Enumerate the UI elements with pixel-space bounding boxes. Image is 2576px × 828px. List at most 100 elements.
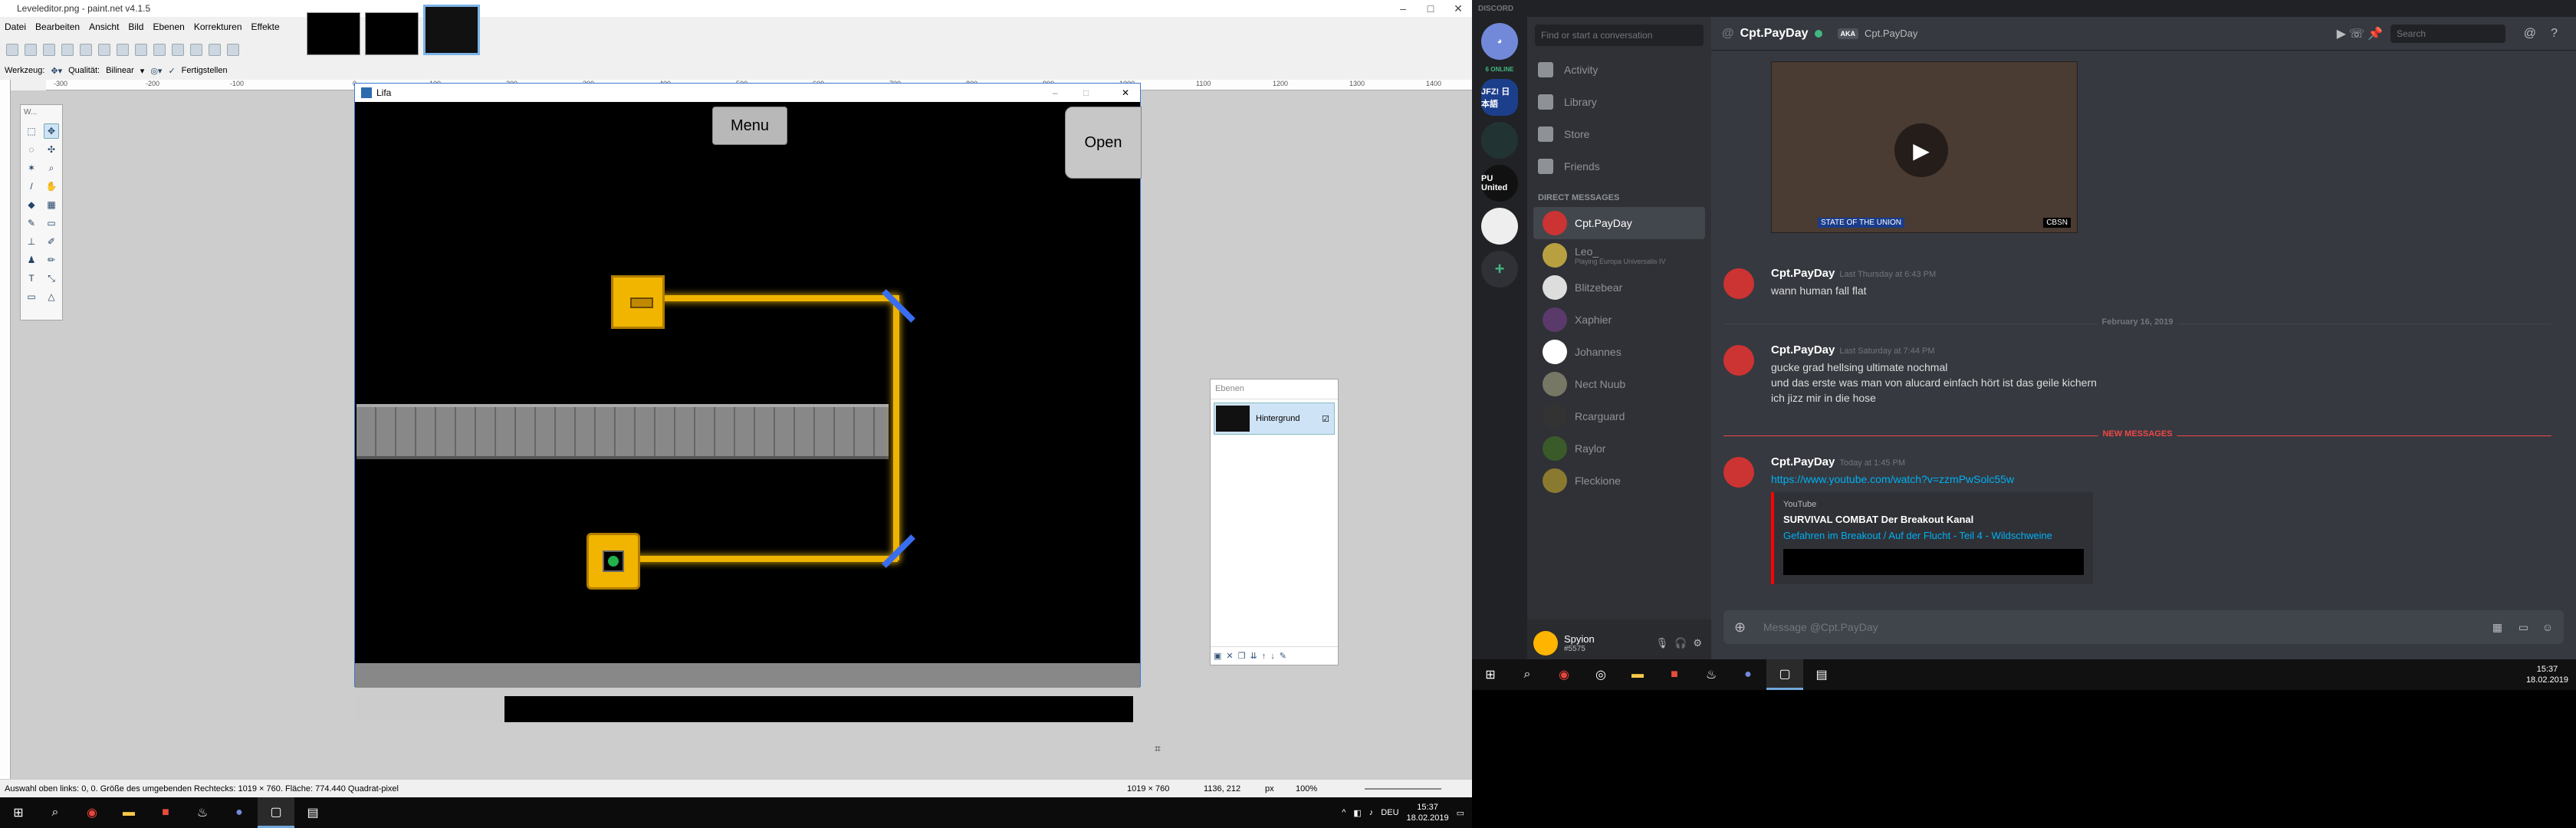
grid-icon[interactable] xyxy=(209,44,221,56)
menu-effekte[interactable]: Effekte xyxy=(247,21,284,32)
pencil-icon[interactable]: ✎ xyxy=(24,215,39,231)
unit-select[interactable]: px xyxy=(1265,784,1274,794)
video-embed[interactable]: ▶ STATE OF THE UNION CBSN xyxy=(1771,61,2078,233)
nav-activity[interactable]: Activity xyxy=(1527,54,1711,86)
chevron-up-icon[interactable]: ^ xyxy=(1342,808,1346,817)
magic-wand-icon[interactable]: ✶ xyxy=(24,160,39,176)
save-icon[interactable] xyxy=(43,44,55,56)
dm-item[interactable]: Blitzebear xyxy=(1533,271,1705,304)
duplicate-layer-icon[interactable]: ❐ xyxy=(1238,651,1246,661)
copy-icon[interactable] xyxy=(98,44,110,56)
add-layer-icon[interactable]: ▣ xyxy=(1214,651,1221,661)
maximize-icon[interactable]: □ xyxy=(1083,87,1089,98)
ruler-icon[interactable] xyxy=(227,44,239,56)
clock[interactable]: 15:37 18.02.2019 xyxy=(2526,664,2568,685)
move-selection-icon[interactable]: ✥▾ xyxy=(51,66,62,76)
explorer-icon[interactable]: ▬ xyxy=(110,797,147,828)
language-indicator[interactable]: DEU xyxy=(1381,808,1398,817)
video-call-icon[interactable]: ▶ xyxy=(2337,26,2346,41)
avatar[interactable] xyxy=(1723,268,1754,299)
laser-receiver-block[interactable] xyxy=(586,533,640,590)
play-icon[interactable]: ▶ xyxy=(1894,123,1948,177)
minimize-icon[interactable]: – xyxy=(1053,87,1058,98)
app-icon[interactable]: ■ xyxy=(147,797,184,828)
triangle-icon[interactable]: △ xyxy=(44,289,59,304)
emoji-icon[interactable]: ☺ xyxy=(2542,621,2553,633)
open-icon[interactable] xyxy=(25,44,37,56)
nav-library[interactable]: Library xyxy=(1527,86,1711,118)
layer-visible-checkbox[interactable]: ☑ xyxy=(1322,414,1329,424)
find-conversation-input[interactable]: Find or start a conversation xyxy=(1535,25,1704,46)
discord-home-icon[interactable]: ◕ xyxy=(1481,23,1518,60)
message-author[interactable]: Cpt.PayDay xyxy=(1771,267,1835,280)
youtube-link[interactable]: https://www.youtube.com/watch?v=zzmPwSol… xyxy=(1771,473,2014,485)
pan-icon[interactable]: ✋ xyxy=(44,179,59,194)
server-pu-united[interactable]: PU United xyxy=(1481,165,1518,202)
embed-title[interactable]: SURVIVAL COMBAT Der Breakout Kanal xyxy=(1783,514,2084,525)
zoom-icon[interactable]: ⌕ xyxy=(44,160,59,176)
app-icon[interactable]: ■ xyxy=(1656,659,1693,690)
chat-search-input[interactable]: Search xyxy=(2390,25,2505,43)
laser-emitter-block[interactable] xyxy=(611,275,665,329)
resize-handle-icon[interactable]: ⌗ xyxy=(1155,742,1161,755)
layer-row[interactable]: Hintergrund ☑ xyxy=(1214,402,1335,435)
cut-icon[interactable] xyxy=(80,44,92,56)
print-icon[interactable] xyxy=(61,44,74,56)
network-icon[interactable]: ◧ xyxy=(1353,808,1361,818)
move-selection-icon[interactable]: ✥ xyxy=(44,123,59,139)
rectangle-select-icon[interactable]: ⬚ xyxy=(24,123,39,139)
move-down-icon[interactable]: ↓ xyxy=(1270,652,1275,661)
open-button[interactable]: Open xyxy=(1065,107,1142,179)
paintnet-icon[interactable]: ▤ xyxy=(294,797,331,828)
paint-bucket-icon[interactable]: ◆ xyxy=(24,197,39,212)
windows-start-icon[interactable]: ⊞ xyxy=(0,797,37,828)
steam-icon[interactable]: ♨ xyxy=(1693,659,1730,690)
paintnet-icon[interactable]: ▤ xyxy=(1803,659,1840,690)
explorer-icon[interactable]: ▬ xyxy=(1619,659,1656,690)
settings-gear-icon[interactable]: ⚙ xyxy=(1693,637,1702,649)
message-author[interactable]: Cpt.PayDay xyxy=(1771,343,1835,356)
upload-plus-icon[interactable]: ⊕ xyxy=(1734,619,1746,636)
close-button[interactable]: ✕ xyxy=(1444,0,1472,17)
minimize-button[interactable]: – xyxy=(1389,0,1417,17)
nav-friends[interactable]: Friends xyxy=(1527,150,1711,182)
recolor-icon[interactable]: ✏ xyxy=(44,252,59,268)
zoom-level[interactable]: 100% xyxy=(1296,784,1317,794)
windows-start-icon[interactable]: ⊞ xyxy=(1472,659,1509,690)
nav-store[interactable]: Store xyxy=(1527,118,1711,150)
phone-icon[interactable]: ☏ xyxy=(2349,26,2364,41)
maximize-button[interactable]: □ xyxy=(1417,0,1444,17)
new-icon[interactable] xyxy=(6,44,18,56)
clone-stamp-icon[interactable]: ⊥ xyxy=(24,234,39,249)
dm-item[interactable]: Leo_ Playing Europa Universalis IV xyxy=(1533,239,1705,271)
undo-icon[interactable] xyxy=(172,44,184,56)
dm-item[interactable]: Raylor xyxy=(1533,432,1705,465)
finish-button[interactable]: Fertigstellen xyxy=(182,66,228,75)
merge-layer-icon[interactable]: ⇊ xyxy=(1250,651,1257,661)
app-icon[interactable]: ◎ xyxy=(1582,659,1619,690)
deselect-icon[interactable] xyxy=(153,44,166,56)
avatar[interactable] xyxy=(1723,345,1754,376)
server-icon[interactable] xyxy=(1481,122,1518,159)
delete-layer-icon[interactable]: ✕ xyxy=(1226,651,1233,661)
microphone-icon[interactable]: 🎙 xyxy=(1656,637,1669,649)
dm-item[interactable]: Rcarguard xyxy=(1533,400,1705,432)
embed-description[interactable]: Gefahren im Breakout / Auf der Flucht - … xyxy=(1783,530,2084,541)
chrome-icon[interactable]: ◉ xyxy=(1546,659,1582,690)
text-icon[interactable]: T xyxy=(24,271,39,286)
stamp-icon[interactable]: ♟ xyxy=(24,252,39,268)
close-icon[interactable]: ✕ xyxy=(1122,87,1129,98)
message-input[interactable]: ⊕ Message @Cpt.PayDay ▦ ▭ ☺ xyxy=(1723,610,2564,644)
clock[interactable]: 15:37 18.02.2019 xyxy=(1407,802,1449,823)
game-window[interactable]: Lifa – □ ✕ Menu Open xyxy=(354,83,1142,688)
server-jfz[interactable]: JFZ! 日本語 xyxy=(1481,79,1518,116)
menu-bild[interactable]: Bild xyxy=(123,21,148,32)
message-author[interactable]: Cpt.PayDay xyxy=(1771,455,1835,468)
shapes-icon[interactable]: ▭ xyxy=(24,289,39,304)
menu-ansicht[interactable]: Ansicht xyxy=(84,21,123,32)
selection-mode-icon[interactable]: ◎▾ xyxy=(150,66,162,76)
help-icon[interactable]: ? xyxy=(2551,27,2558,41)
lifa-app-icon[interactable]: ▢ xyxy=(258,797,294,828)
volume-icon[interactable]: ♪ xyxy=(1369,808,1374,817)
line-curve-icon[interactable]: ⤡ xyxy=(44,271,59,286)
